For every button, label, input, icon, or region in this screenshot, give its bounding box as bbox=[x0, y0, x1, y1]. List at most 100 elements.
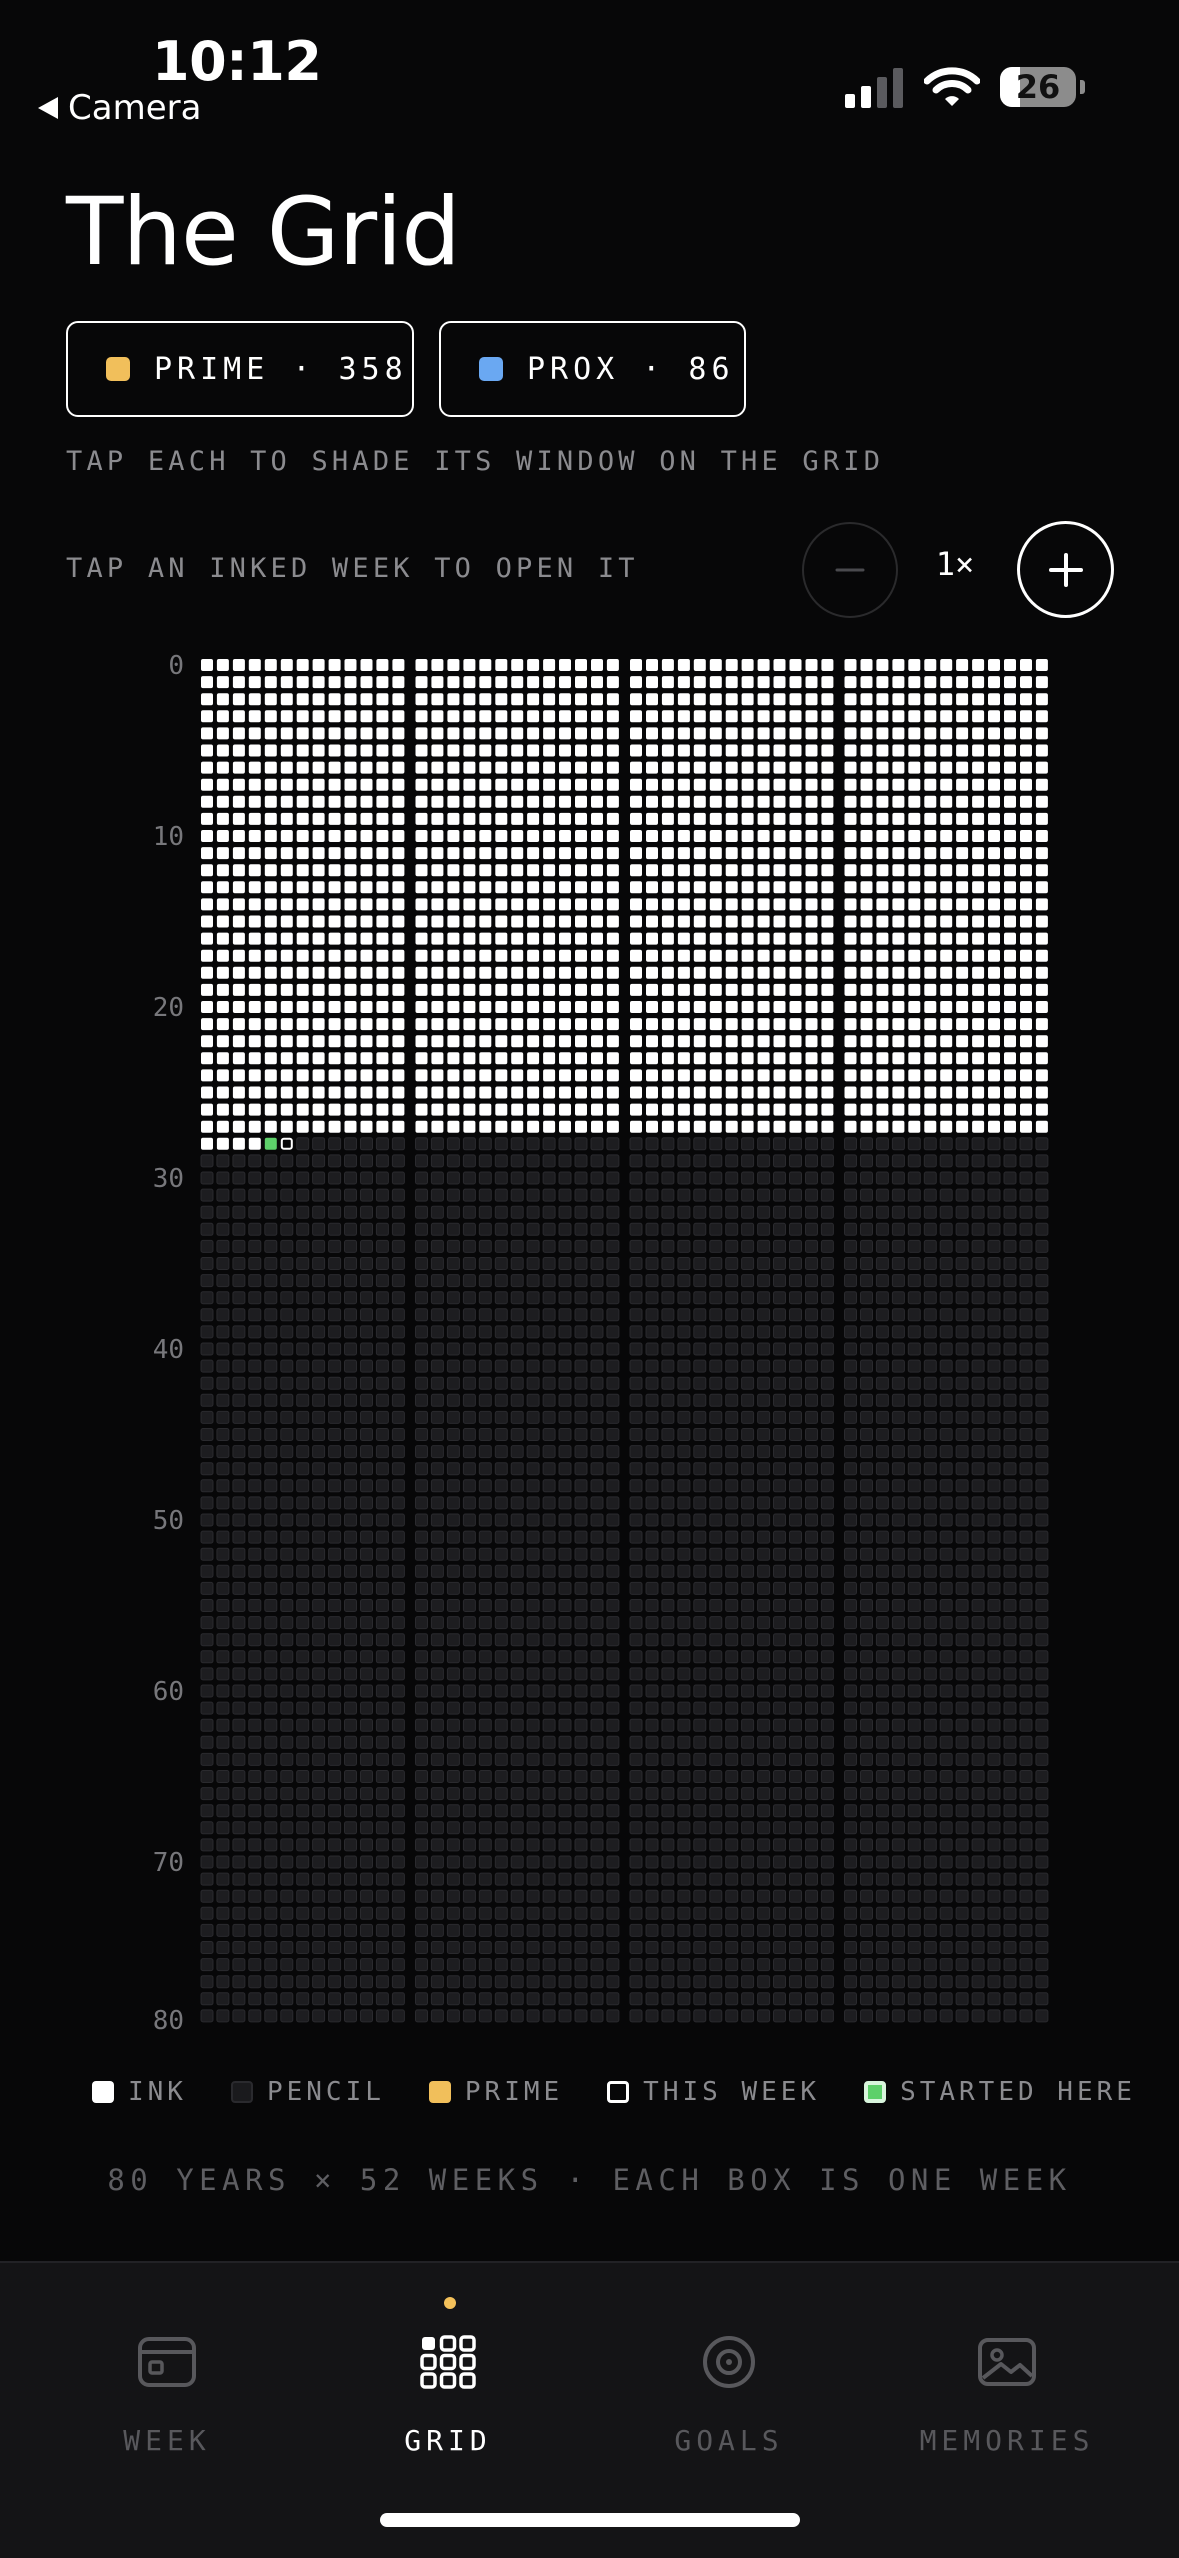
week-box-ink[interactable] bbox=[296, 1001, 309, 1013]
week-box-ink[interactable] bbox=[606, 710, 619, 723]
week-box-ink[interactable] bbox=[264, 812, 277, 825]
week-box-ink[interactable] bbox=[216, 761, 229, 774]
week-box-ink[interactable] bbox=[988, 949, 1000, 962]
week-box-ink[interactable] bbox=[264, 1018, 277, 1031]
week-box-ink[interactable] bbox=[988, 812, 1000, 825]
week-box-ink[interactable] bbox=[892, 812, 905, 825]
week-box-ink[interactable] bbox=[360, 966, 373, 979]
week-box-ink[interactable] bbox=[860, 983, 873, 996]
week-box-ink[interactable] bbox=[431, 932, 444, 945]
week-box-ink[interactable] bbox=[264, 1120, 277, 1133]
week-box-ink[interactable] bbox=[527, 812, 540, 825]
week-box-ink[interactable] bbox=[844, 1120, 857, 1133]
week-box-ink[interactable] bbox=[725, 966, 738, 979]
week-box-ink[interactable] bbox=[988, 1069, 1000, 1082]
week-box-ink[interactable] bbox=[956, 1086, 969, 1099]
week-box-ink[interactable] bbox=[280, 898, 293, 911]
week-box-ink[interactable] bbox=[844, 898, 857, 911]
week-box-ink[interactable] bbox=[860, 915, 873, 928]
week-box-ink[interactable] bbox=[232, 932, 245, 945]
week-box-ink[interactable] bbox=[232, 761, 245, 774]
week-box-ink[interactable] bbox=[646, 983, 658, 996]
week-box-ink[interactable] bbox=[559, 983, 571, 996]
week-box-ink[interactable] bbox=[1004, 966, 1016, 979]
week-box-ink[interactable] bbox=[892, 949, 905, 962]
week-box-ink[interactable] bbox=[677, 1069, 690, 1082]
week-box-ink[interactable] bbox=[1035, 932, 1048, 945]
week-box-ink[interactable] bbox=[575, 830, 587, 842]
week-box-ink[interactable] bbox=[709, 847, 722, 860]
week-box-ink[interactable] bbox=[543, 659, 556, 671]
week-box-ink[interactable] bbox=[805, 932, 818, 945]
week-box-ink[interactable] bbox=[559, 898, 571, 911]
week-box-ink[interactable] bbox=[844, 1069, 857, 1082]
week-box-ink[interactable] bbox=[630, 1035, 642, 1048]
week-box-ink[interactable] bbox=[1035, 727, 1048, 740]
week-box-ink[interactable] bbox=[606, 744, 619, 757]
week-box-ink[interactable] bbox=[511, 676, 524, 689]
week-box-ink[interactable] bbox=[956, 1052, 969, 1065]
week-box-ink[interactable] bbox=[924, 1018, 937, 1031]
week-box-ink[interactable] bbox=[630, 966, 642, 979]
week-box-ink[interactable] bbox=[1020, 1120, 1032, 1133]
week-box-ink[interactable] bbox=[575, 966, 587, 979]
week-box-ink[interactable] bbox=[216, 693, 229, 706]
week-box-ink[interactable] bbox=[677, 966, 690, 979]
week-box-ink[interactable] bbox=[741, 864, 754, 877]
week-box-ink[interactable] bbox=[860, 1001, 873, 1013]
week-box-ink[interactable] bbox=[527, 881, 540, 894]
week-box-ink[interactable] bbox=[924, 830, 937, 842]
week-box-ink[interactable] bbox=[789, 659, 802, 671]
week-box-ink[interactable] bbox=[1035, 966, 1048, 979]
week-box-ink[interactable] bbox=[972, 983, 985, 996]
week-box-ink[interactable] bbox=[844, 812, 857, 825]
week-box-ink[interactable] bbox=[376, 693, 389, 706]
week-box-ink[interactable] bbox=[661, 710, 674, 723]
week-box-ink[interactable] bbox=[248, 915, 261, 928]
week-box-ink[interactable] bbox=[821, 949, 834, 962]
week-box-ink[interactable] bbox=[693, 795, 706, 808]
week-box-ink[interactable] bbox=[511, 659, 524, 671]
week-box-ink[interactable] bbox=[447, 983, 460, 996]
week-box-ink[interactable] bbox=[1004, 1035, 1016, 1048]
week-box-ink[interactable] bbox=[248, 744, 261, 757]
week-box-ink[interactable] bbox=[312, 949, 325, 962]
week-box-ink[interactable] bbox=[972, 1069, 985, 1082]
week-box-ink[interactable] bbox=[741, 693, 754, 706]
week-box-ink[interactable] bbox=[344, 830, 357, 842]
week-box-ink[interactable] bbox=[844, 761, 857, 774]
week-box-ink[interactable] bbox=[646, 1120, 658, 1133]
week-box-ink[interactable] bbox=[630, 761, 642, 774]
week-box-ink[interactable] bbox=[821, 847, 834, 860]
week-box-ink[interactable] bbox=[606, 1035, 619, 1048]
week-box-ink[interactable] bbox=[431, 1018, 444, 1031]
week-box-ink[interactable] bbox=[479, 727, 492, 740]
week-box-ink[interactable] bbox=[908, 1035, 921, 1048]
week-box-ink[interactable] bbox=[376, 676, 389, 689]
week-box-ink[interactable] bbox=[280, 727, 293, 740]
week-box-ink[interactable] bbox=[463, 1120, 476, 1133]
week-box-ink[interactable] bbox=[360, 761, 373, 774]
week-box-ink[interactable] bbox=[988, 744, 1000, 757]
week-box-ink[interactable] bbox=[661, 778, 674, 791]
week-box-ink[interactable] bbox=[821, 727, 834, 740]
week-box-ink[interactable] bbox=[646, 864, 658, 877]
week-box-ink[interactable] bbox=[264, 659, 277, 671]
week-box-ink[interactable] bbox=[591, 693, 603, 706]
week-box-ink[interactable] bbox=[575, 812, 587, 825]
week-box-ink[interactable] bbox=[328, 693, 341, 706]
week-box-ink[interactable] bbox=[876, 983, 889, 996]
week-box-ink[interactable] bbox=[575, 676, 587, 689]
week-box-ink[interactable] bbox=[527, 1120, 540, 1133]
week-box-ink[interactable] bbox=[296, 932, 309, 945]
week-box-ink[interactable] bbox=[1020, 1035, 1032, 1048]
week-box-ink[interactable] bbox=[805, 710, 818, 723]
week-box-ink[interactable] bbox=[821, 761, 834, 774]
week-box-ink[interactable] bbox=[908, 915, 921, 928]
week-box-ink[interactable] bbox=[709, 1052, 722, 1065]
week-box-ink[interactable] bbox=[757, 966, 770, 979]
week-box-ink[interactable] bbox=[757, 795, 770, 808]
week-box-ink[interactable] bbox=[725, 812, 738, 825]
week-box-ink[interactable] bbox=[495, 983, 508, 996]
week-box-ink[interactable] bbox=[232, 1001, 245, 1013]
